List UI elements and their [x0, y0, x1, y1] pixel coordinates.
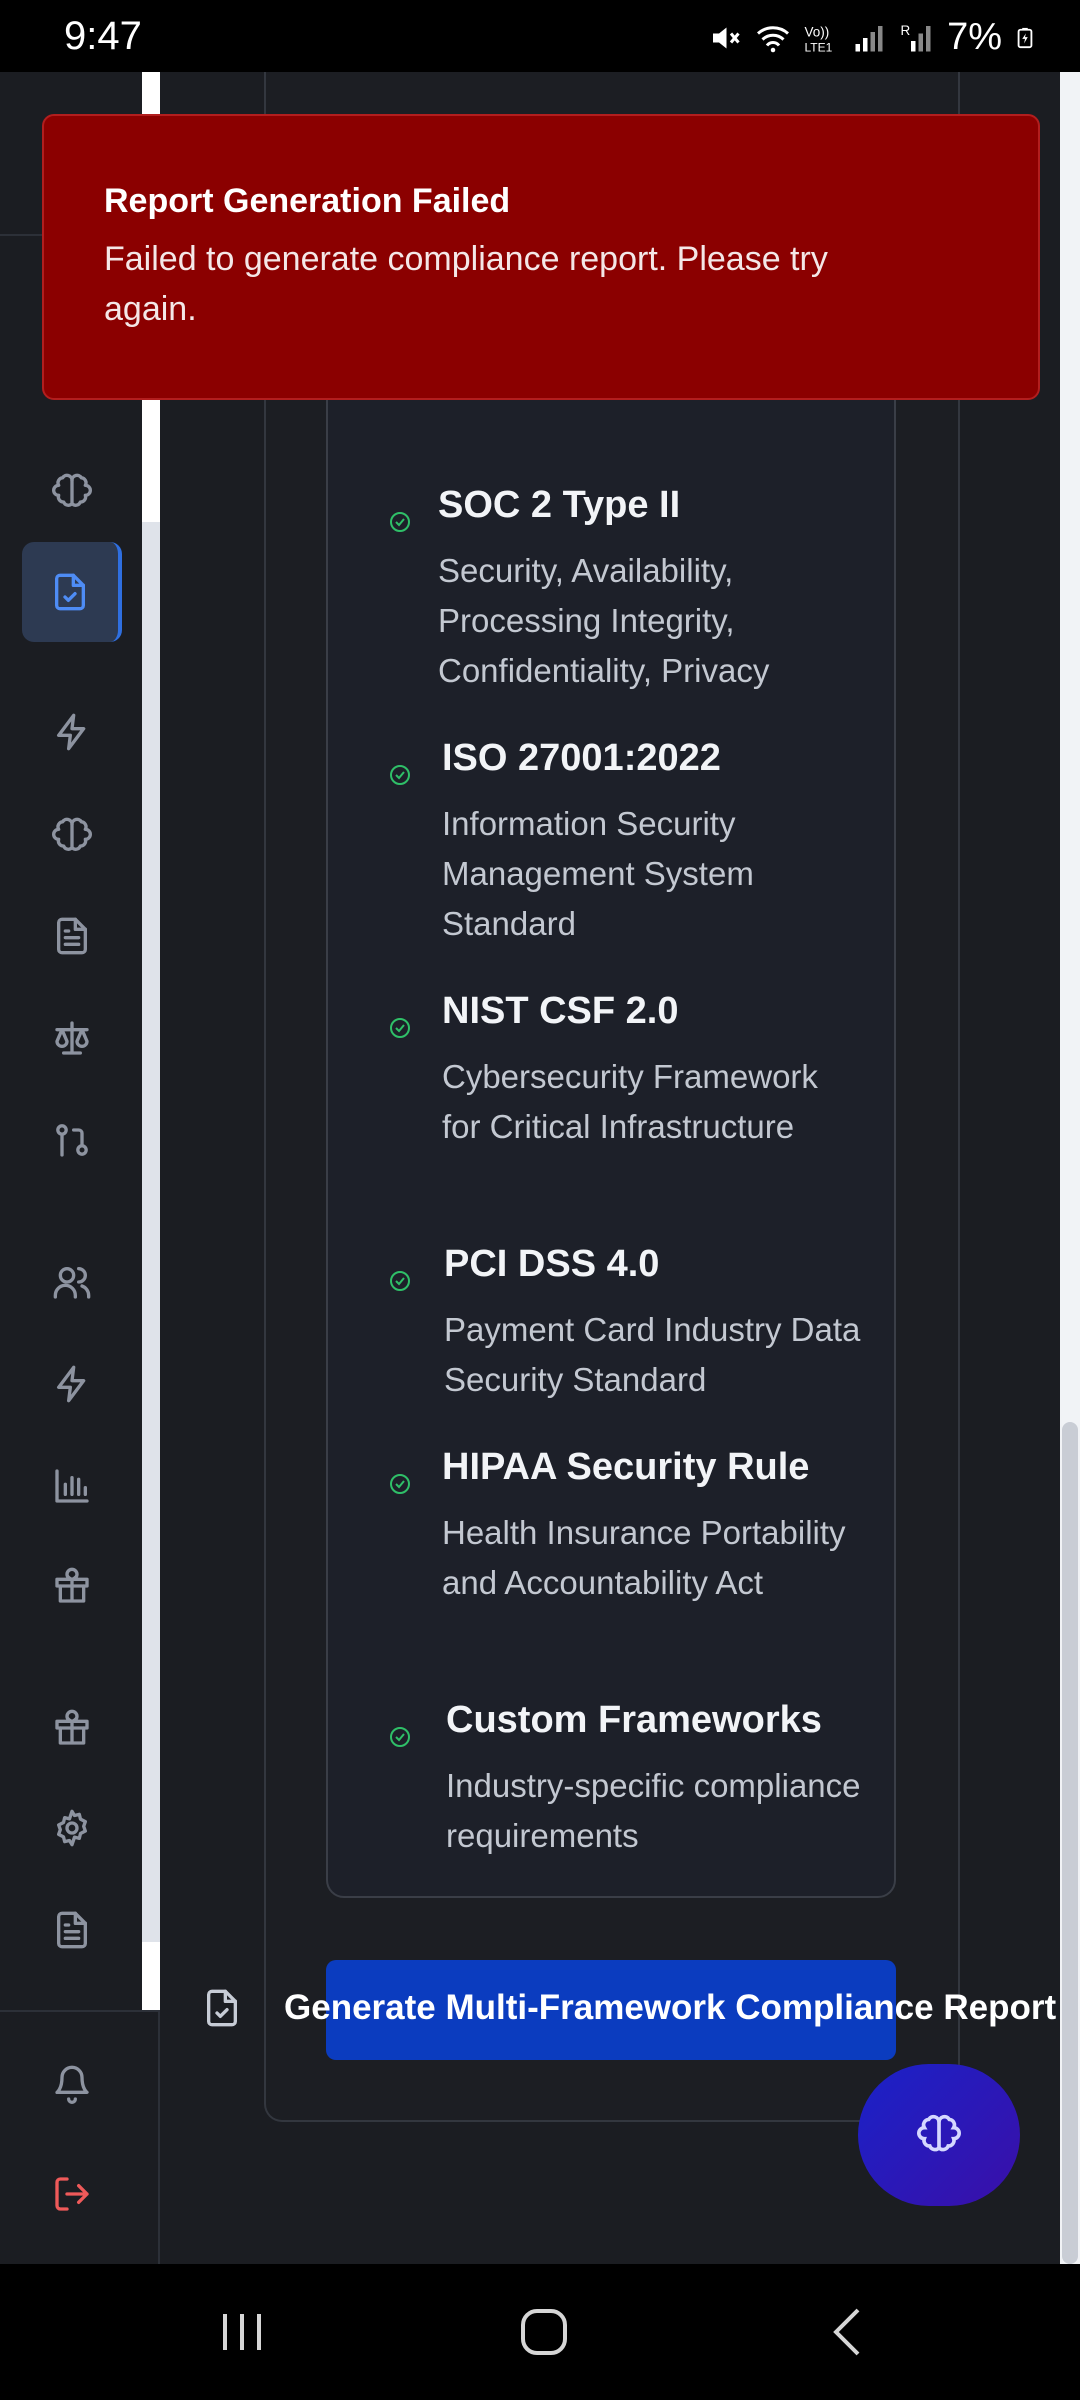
- status-bar: 9:47 Vo)) LTE1 R 7%: [0, 0, 1080, 72]
- svg-text:R: R: [901, 23, 911, 38]
- sidebar-item-triggers[interactable]: [22, 1334, 122, 1434]
- brain-icon: [52, 473, 92, 507]
- mute-icon: [713, 27, 740, 48]
- git-pull-request-icon: [56, 1124, 88, 1157]
- home-button[interactable]: [504, 2300, 584, 2364]
- system-nav-bar: [0, 2264, 1080, 2400]
- sidebar-item-legal[interactable]: [22, 988, 122, 1088]
- users-icon: [53, 1267, 91, 1299]
- main-content: SOC 2 Type II Security, Availability, Pr…: [162, 72, 1060, 2264]
- sidebar-item-users[interactable]: [22, 1232, 122, 1332]
- logout-icon: [55, 2177, 89, 2211]
- framework-title: PCI DSS 4.0: [444, 1243, 660, 1285]
- ai-assistant-fab[interactable]: [858, 2064, 1020, 2206]
- lightning-icon: [57, 713, 86, 751]
- framework-description: Information Security Management System S…: [442, 805, 754, 942]
- sidebar-item-analytics[interactable]: [22, 1436, 122, 1536]
- file-check-icon: [55, 573, 86, 611]
- signal-icon: [855, 25, 883, 51]
- sidebar-item-ai[interactable]: [22, 786, 122, 886]
- sidebar-item-automation[interactable]: [22, 682, 122, 782]
- check-circle-icon: [388, 1725, 412, 1749]
- gift-icon: [55, 1567, 89, 1603]
- brain-icon: [52, 817, 92, 851]
- framework-title: NIST CSF 2.0: [442, 990, 679, 1032]
- battery-percent: 7%: [947, 16, 1002, 58]
- notifications-button[interactable]: [22, 2034, 122, 2134]
- status-icons: Vo)) LTE1 R 7%: [707, 16, 1036, 59]
- svg-text:LTE1: LTE1: [805, 40, 833, 54]
- framework-description: Cybersecurity Framework for Critical Inf…: [442, 1058, 818, 1145]
- error-toast[interactable]: Report Generation Failed Failed to gener…: [42, 114, 1040, 400]
- document-icon: [57, 917, 88, 955]
- wifi-icon: [757, 25, 790, 52]
- framework-description: Security, Availability, Processing Integ…: [438, 552, 770, 689]
- framework-title: HIPAA Security Rule: [442, 1446, 810, 1488]
- framework-description: Industry-specific compliance requirement…: [446, 1767, 861, 1854]
- check-circle-icon: [388, 1472, 412, 1496]
- back-icon: [833, 2308, 860, 2356]
- framework-description: Health Insurance Portability and Account…: [442, 1514, 846, 1601]
- sidebar-item-workflows[interactable]: [22, 1090, 122, 1190]
- signal-roaming-icon: R: [901, 23, 931, 51]
- check-circle-icon: [388, 1269, 412, 1293]
- sidebar-item-brain[interactable]: [22, 442, 122, 542]
- sidebar: [0, 72, 160, 2264]
- scale-icon: [55, 1021, 89, 1055]
- lightning-icon: [57, 1365, 86, 1403]
- check-circle-icon: [388, 763, 412, 787]
- back-button[interactable]: [808, 2300, 888, 2364]
- status-time: 9:47: [64, 14, 142, 58]
- sidebar-item-compliance[interactable]: [22, 542, 122, 642]
- home-icon: [521, 2309, 567, 2355]
- sidebar-item-reports[interactable]: [22, 1880, 122, 1980]
- recent-apps-button[interactable]: [202, 2300, 282, 2364]
- logout-button[interactable]: [22, 2144, 122, 2244]
- framework-title: Custom Frameworks: [446, 1699, 822, 1741]
- battery-charging-icon: [1017, 27, 1033, 48]
- toast-message: Failed to generate compliance report. Pl…: [104, 240, 828, 328]
- sidebar-divider: [0, 2010, 160, 2012]
- framework-title: SOC 2 Type II: [438, 484, 681, 526]
- sidebar-item-settings[interactable]: [22, 1778, 122, 1878]
- framework-title: ISO 27001:2022: [442, 737, 721, 779]
- bell-icon: [55, 2065, 89, 2104]
- sidebar-scroll-thumb[interactable]: [142, 522, 160, 1942]
- framework-description: Payment Card Industry Data Security Stan…: [444, 1311, 861, 1398]
- sidebar-item-offers[interactable]: [22, 1678, 122, 1778]
- check-circle-icon: [388, 1016, 412, 1040]
- bar-chart-icon: [55, 1469, 89, 1503]
- page-scroll-thumb[interactable]: [1062, 1422, 1078, 2264]
- svg-text:Vo)): Vo)): [805, 24, 830, 39]
- check-circle-icon: [388, 510, 412, 534]
- app-window: SOC 2 Type II Security, Availability, Pr…: [0, 72, 1080, 2264]
- frameworks-panel: SOC 2 Type II Security, Availability, Pr…: [326, 222, 896, 1898]
- sidebar-item-documents[interactable]: [22, 886, 122, 986]
- recent-apps-icon: [223, 2314, 261, 2350]
- brain-icon: [917, 2114, 961, 2152]
- generate-report-button[interactable]: Generate Multi-Framework Compliance Repo…: [162, 1960, 1060, 2060]
- volte-icon: Vo))LTE1: [805, 24, 833, 54]
- gift-icon: [55, 1709, 89, 1745]
- toast-title: Report Generation Failed: [104, 182, 511, 220]
- file-check-icon: [202, 1988, 242, 2028]
- generate-report-label: Generate Multi-Framework Compliance Repo…: [284, 1988, 1057, 2027]
- document-icon: [57, 1911, 88, 1949]
- sidebar-item-rewards[interactable]: [22, 1536, 122, 1636]
- gear-icon: [57, 1809, 88, 1847]
